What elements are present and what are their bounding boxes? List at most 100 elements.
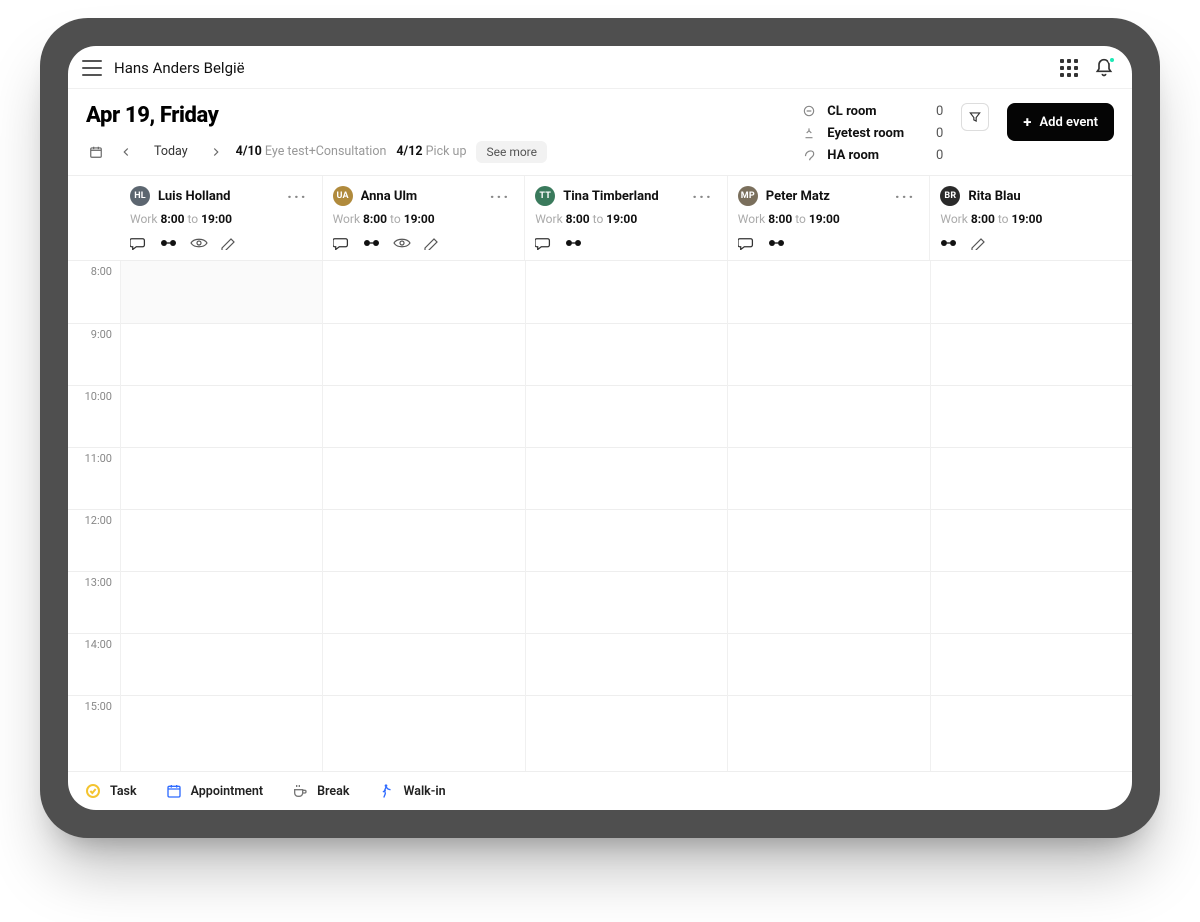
calendar-cell[interactable] [728, 447, 929, 509]
calendar-cell[interactable] [323, 323, 524, 385]
calendar-cell[interactable] [728, 633, 929, 695]
calendar-cell[interactable] [526, 323, 727, 385]
calendar-cell[interactable] [121, 571, 322, 633]
calendar-cell[interactable] [931, 385, 1132, 447]
time-label: 12:00 [68, 509, 120, 571]
legend-label: Task [110, 784, 137, 799]
glasses-icon [940, 236, 958, 250]
staff-work-hours: Work 8:00 to 19:00 [535, 212, 713, 226]
calendar-cell[interactable] [323, 695, 524, 757]
calendar-cell[interactable] [526, 695, 727, 757]
avatar: TT [535, 186, 555, 206]
calendar-cell[interactable] [121, 323, 322, 385]
calendar-cell[interactable] [121, 447, 322, 509]
coffee-icon [291, 782, 309, 800]
calendar-cell[interactable] [526, 447, 727, 509]
legend-task[interactable]: Task [84, 782, 137, 800]
legend-break[interactable]: Break [291, 782, 349, 800]
staff-skills [738, 236, 916, 250]
calendar-cell[interactable] [323, 447, 524, 509]
see-more-button[interactable]: See more [476, 141, 547, 163]
calendar-cell[interactable] [931, 261, 1132, 323]
staff-more-button[interactable]: ··· [287, 187, 307, 206]
calendar-lane[interactable] [930, 261, 1132, 771]
calendar-cell[interactable] [526, 509, 727, 571]
add-event-button[interactable]: + Add event [1007, 103, 1114, 141]
glasses-icon [565, 236, 583, 250]
notification-badge [1108, 56, 1116, 64]
calendar-cell[interactable] [121, 695, 322, 757]
today-button[interactable]: Today [146, 140, 196, 163]
time-label: 11:00 [68, 447, 120, 509]
calendar-cell[interactable] [526, 385, 727, 447]
time-label: 9:00 [68, 323, 120, 385]
filter-button[interactable] [961, 103, 989, 131]
calendar-cell[interactable] [931, 695, 1132, 757]
notifications-button[interactable] [1094, 58, 1114, 78]
next-day-button[interactable] [206, 142, 226, 162]
staff-work-hours: Work 8:00 to 19:00 [940, 212, 1118, 226]
bubble-icon [333, 236, 351, 250]
legend-label: Break [317, 784, 349, 799]
calendar-cell[interactable] [728, 509, 929, 571]
calendar-cell[interactable] [728, 571, 929, 633]
calendar-cell[interactable] [931, 323, 1132, 385]
calendar-cell[interactable] [931, 633, 1132, 695]
calendar-cell[interactable] [121, 509, 322, 571]
calendar-cell[interactable] [323, 633, 524, 695]
date-nav-item[interactable]: 4/12 Pick up [396, 144, 466, 159]
calendar-grid[interactable]: 8:009:0010:0011:0012:0013:0014:0015:00 [68, 261, 1132, 771]
calendar-cell[interactable] [121, 633, 322, 695]
calendar-lane[interactable] [727, 261, 929, 771]
avatar: UA [333, 186, 353, 206]
calendar-cell[interactable] [526, 633, 727, 695]
legend-walkin[interactable]: Walk-in [377, 782, 445, 800]
calendar-cell[interactable] [728, 695, 929, 757]
calendar-cell[interactable] [728, 261, 929, 323]
calendar-cell[interactable] [121, 385, 322, 447]
staff-more-button[interactable]: ··· [692, 187, 712, 206]
calendar-cell[interactable] [931, 509, 1132, 571]
calendar-cell[interactable] [323, 385, 524, 447]
staff-column: BR Rita Blau Work 8:00 to 19:00 [929, 176, 1132, 260]
calendar-cell[interactable] [728, 385, 929, 447]
calendar-lane[interactable] [525, 261, 727, 771]
calendar-icon[interactable] [86, 142, 106, 162]
staff-name: Luis Holland [158, 189, 230, 204]
calendar-cell[interactable] [323, 571, 524, 633]
staff-more-button[interactable]: ··· [895, 187, 915, 206]
calendar-cell[interactable] [526, 261, 727, 323]
menu-button[interactable] [82, 60, 102, 76]
legend-appointment[interactable]: Appointment [165, 782, 264, 800]
glasses-icon [160, 236, 178, 250]
staff-column: UA Anna Ulm ··· Work 8:00 to 19:00 [322, 176, 525, 260]
calendar-cell[interactable] [121, 261, 322, 323]
pen-icon [220, 236, 238, 250]
calendar-lane[interactable] [120, 261, 322, 771]
eye-icon [190, 236, 208, 250]
ha-room-icon [801, 147, 817, 163]
avatar: MP [738, 186, 758, 206]
prev-day-button[interactable] [116, 142, 136, 162]
calendar-cell[interactable] [728, 323, 929, 385]
store-name: Hans Anders België [114, 59, 245, 77]
date-nav-item[interactable]: 4/10 Eye test+Consultation [236, 144, 387, 159]
apps-grid-icon[interactable] [1060, 59, 1078, 77]
cl-room-icon [801, 103, 817, 119]
avatar: BR [940, 186, 960, 206]
calendar-lane[interactable] [322, 261, 524, 771]
calendar-cell[interactable] [323, 261, 524, 323]
calendar-cell[interactable] [323, 509, 524, 571]
staff-name: Peter Matz [766, 189, 830, 204]
staff-more-button[interactable]: ··· [490, 187, 510, 206]
page-title: Apr 19, Friday [86, 103, 547, 128]
staff-work-hours: Work 8:00 to 19:00 [738, 212, 916, 226]
room-row: Eyetest room 0 [801, 125, 943, 141]
room-name: CL room [827, 104, 919, 119]
calendar-cell[interactable] [931, 571, 1132, 633]
staff-work-hours: Work 8:00 to 19:00 [333, 212, 511, 226]
calendar-cell[interactable] [931, 447, 1132, 509]
staff-column: TT Tina Timberland ··· Work 8:00 to 19:0… [524, 176, 727, 260]
calendar-cell[interactable] [526, 571, 727, 633]
legend-label: Appointment [191, 784, 264, 799]
